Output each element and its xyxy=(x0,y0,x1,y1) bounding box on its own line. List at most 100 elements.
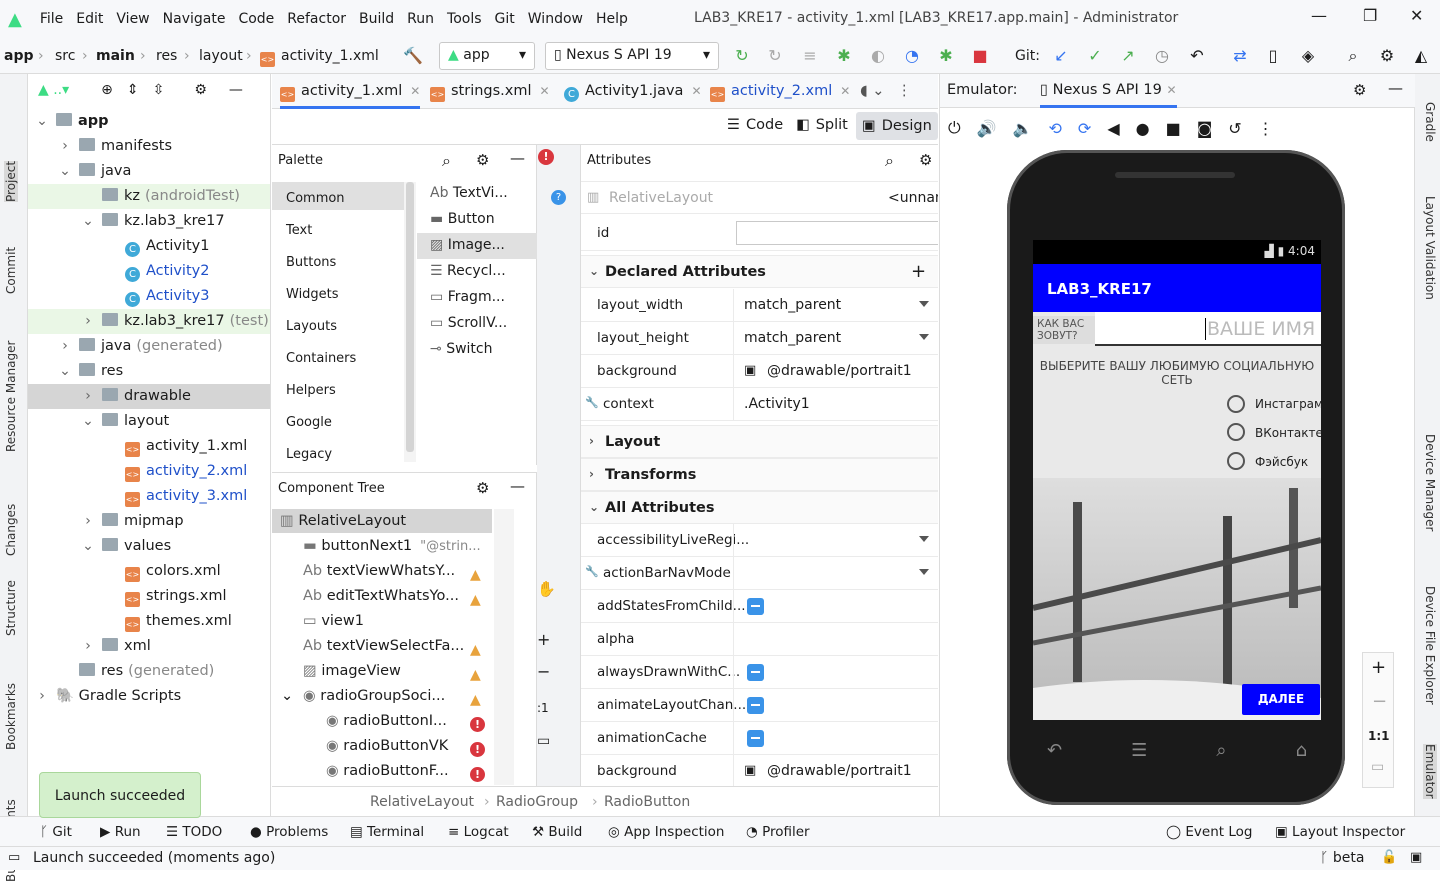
tool-build[interactable]: ⚒ Build xyxy=(532,824,582,840)
menu-tools[interactable]: Tools xyxy=(447,11,482,27)
tool-todo[interactable]: ☰ TODO xyxy=(166,824,222,840)
android-view-icon[interactable]: ▲ ..▾ xyxy=(38,82,69,98)
tool-terminal[interactable]: ▤ Terminal xyxy=(350,824,424,840)
tree-item[interactable]: <> themes.xml xyxy=(28,609,270,634)
tab-strings-xml[interactable]: <> strings.xml ✕ xyxy=(430,74,550,109)
tool-problems[interactable]: ● Problems xyxy=(250,824,328,840)
close-icon[interactable]: ✕ xyxy=(540,84,550,98)
search-icon[interactable]: ⌕ xyxy=(442,151,451,171)
status-message[interactable]: Launch succeeded (moments ago) xyxy=(33,850,275,866)
home-key-icon[interactable]: ⌂ xyxy=(1296,740,1307,770)
hide-icon[interactable]: — xyxy=(510,477,525,495)
mode-design-button[interactable]: ▣ Design xyxy=(856,112,938,140)
palette-category[interactable]: Google xyxy=(286,415,332,430)
chevron-right-icon[interactable]: › xyxy=(59,134,71,159)
power-icon[interactable]: ⏻ xyxy=(948,118,961,138)
menu-view[interactable]: View xyxy=(116,11,149,27)
zoom-out-icon[interactable]: − xyxy=(1372,691,1387,712)
chevron-right-icon[interactable]: › xyxy=(82,634,94,659)
attr-value[interactable]: match_parent xyxy=(744,297,841,313)
tree-item[interactable]: kz (androidTest) xyxy=(28,184,270,209)
help-icon[interactable]: ? xyxy=(551,190,566,205)
palette-item[interactable]: ⊸ Switch xyxy=(430,341,492,357)
component-tree-item[interactable]: ▨ imageView xyxy=(303,663,401,679)
git-update-icon[interactable]: ↙ xyxy=(1051,46,1071,66)
more-icon[interactable]: ⋮ xyxy=(1258,119,1274,138)
next-button[interactable]: ДАЛЕЕ xyxy=(1242,684,1320,715)
stop-icon[interactable]: ■ xyxy=(970,46,990,66)
menu-navigate[interactable]: Navigate xyxy=(163,11,226,27)
component-tree-item[interactable]: ▥ RelativeLayout xyxy=(280,513,406,529)
tree-item[interactable]: ⌄ values xyxy=(28,534,270,559)
hide-icon[interactable]: — xyxy=(1388,79,1403,97)
tree-item[interactable]: › kz.lab3_kre17 (test) xyxy=(28,309,270,334)
rotate-left-icon[interactable]: ⟲ xyxy=(1049,119,1062,138)
rollback-icon[interactable]: ↶ xyxy=(1187,46,1207,66)
tool-run[interactable]: ▶ Run xyxy=(100,824,141,840)
component-tree-item[interactable]: ▭ view1 xyxy=(303,613,364,629)
attr-value[interactable]: match_parent xyxy=(744,330,841,346)
palette-item[interactable]: Ab TextVi... xyxy=(430,185,508,201)
mode-split-button[interactable]: ◧ Split xyxy=(796,117,848,133)
close-icon[interactable]: ✕ xyxy=(1166,83,1176,97)
tree-item[interactable]: ⌄ layout xyxy=(28,409,270,434)
apply-changes-icon[interactable]: ↻ xyxy=(765,46,785,66)
radio-vk-label[interactable]: ВКонтакте xyxy=(1255,426,1321,440)
tree-item[interactable]: › java (generated) xyxy=(28,334,270,359)
volume-down-icon[interactable]: 🔈 xyxy=(1013,119,1033,138)
palette-category[interactable]: Buttons xyxy=(286,255,336,270)
tab-commit[interactable]: Commit xyxy=(4,247,18,294)
menu-window[interactable]: Window xyxy=(528,11,583,27)
chevron-right-icon[interactable]: › xyxy=(82,309,94,334)
palette-item[interactable]: ▭ ScrollV... xyxy=(430,315,507,331)
run-config-select[interactable]: ▲ app ▾ xyxy=(439,42,535,70)
tool-logcat[interactable]: ≡ Logcat xyxy=(448,824,509,840)
tree-item[interactable]: <> activity_2.xml xyxy=(28,459,270,484)
tree-item[interactable]: › manifests xyxy=(28,134,270,159)
back-icon[interactable]: ◀ xyxy=(1107,119,1119,138)
search-icon[interactable]: ⌕ xyxy=(885,151,894,171)
component-tree-item[interactable]: Ab editTextWhatsYo... xyxy=(303,588,459,604)
tree-item[interactable]: › xml xyxy=(28,634,270,659)
attr-value[interactable]: @drawable/portrait1 xyxy=(767,763,912,779)
design-crumb-radiogroup[interactable]: RadioGroup xyxy=(496,794,578,810)
zoom-in-icon[interactable]: + xyxy=(1371,657,1386,678)
all-attr-row[interactable]: accessibilityLiveRegi... xyxy=(581,524,938,557)
maximize-icon[interactable]: ❐ xyxy=(1363,6,1377,25)
tree-item[interactable]: › mipmap xyxy=(28,509,270,534)
component-tree-item[interactable]: Ab textViewSelectFa... xyxy=(303,638,464,654)
palette-item[interactable]: ☰ Recycl... xyxy=(430,263,506,279)
expand-all-icon[interactable]: ⇕ xyxy=(127,82,139,98)
gear-icon[interactable]: ⚙ xyxy=(476,151,489,169)
section-layout[interactable]: › Layout xyxy=(581,425,938,458)
warning-icon[interactable]: ▲ xyxy=(470,567,486,583)
tree-item[interactable]: ⌄ kz.lab3_kre17 xyxy=(28,209,270,234)
id-input[interactable] xyxy=(736,221,938,245)
overview-icon[interactable]: ■ xyxy=(1166,119,1181,138)
tree-item[interactable]: C Activity3 xyxy=(28,284,270,309)
menu-code[interactable]: Code xyxy=(238,11,274,27)
tree-item[interactable]: › drawable xyxy=(28,384,270,409)
all-attr-row[interactable]: animationCache xyxy=(581,722,938,755)
tool-app-inspection[interactable]: ◎ App Inspection xyxy=(608,824,724,840)
design-crumb-relativelayout[interactable]: RelativeLayout xyxy=(370,794,474,810)
tool-git[interactable]: ᚴ Git xyxy=(40,824,72,840)
add-icon[interactable]: + xyxy=(911,261,926,282)
tab-activity1-java[interactable]: C Activity1.java ✕ xyxy=(564,74,702,109)
tab-activity-1-xml[interactable]: <> activity_1.xml ✕ xyxy=(280,74,421,109)
tab-emulator[interactable]: Emulator xyxy=(1423,744,1437,799)
chevron-down-icon[interactable]: ⌄ xyxy=(82,409,94,434)
declared-attr-row[interactable]: layout_height match_parent xyxy=(581,322,938,355)
sdk-manager-icon[interactable]: ◈ xyxy=(1298,46,1318,66)
hide-icon[interactable]: — xyxy=(510,149,525,167)
tab-structure[interactable]: Structure xyxy=(4,580,18,636)
radio-vk[interactable] xyxy=(1227,423,1245,441)
tree-item[interactable]: <> strings.xml xyxy=(28,584,270,609)
lock-icon[interactable]: 🔓 xyxy=(1381,850,1397,865)
profile-icon[interactable]: ◔ xyxy=(902,46,922,66)
search-key-icon[interactable]: ⌕ xyxy=(1216,740,1226,770)
menu-edit[interactable]: Edit xyxy=(76,11,103,27)
tree-item[interactable]: › 🐘 Gradle Scripts xyxy=(28,684,270,709)
hide-icon[interactable]: — xyxy=(229,82,243,98)
snapshot-icon[interactable]: ↺ xyxy=(1228,119,1241,138)
